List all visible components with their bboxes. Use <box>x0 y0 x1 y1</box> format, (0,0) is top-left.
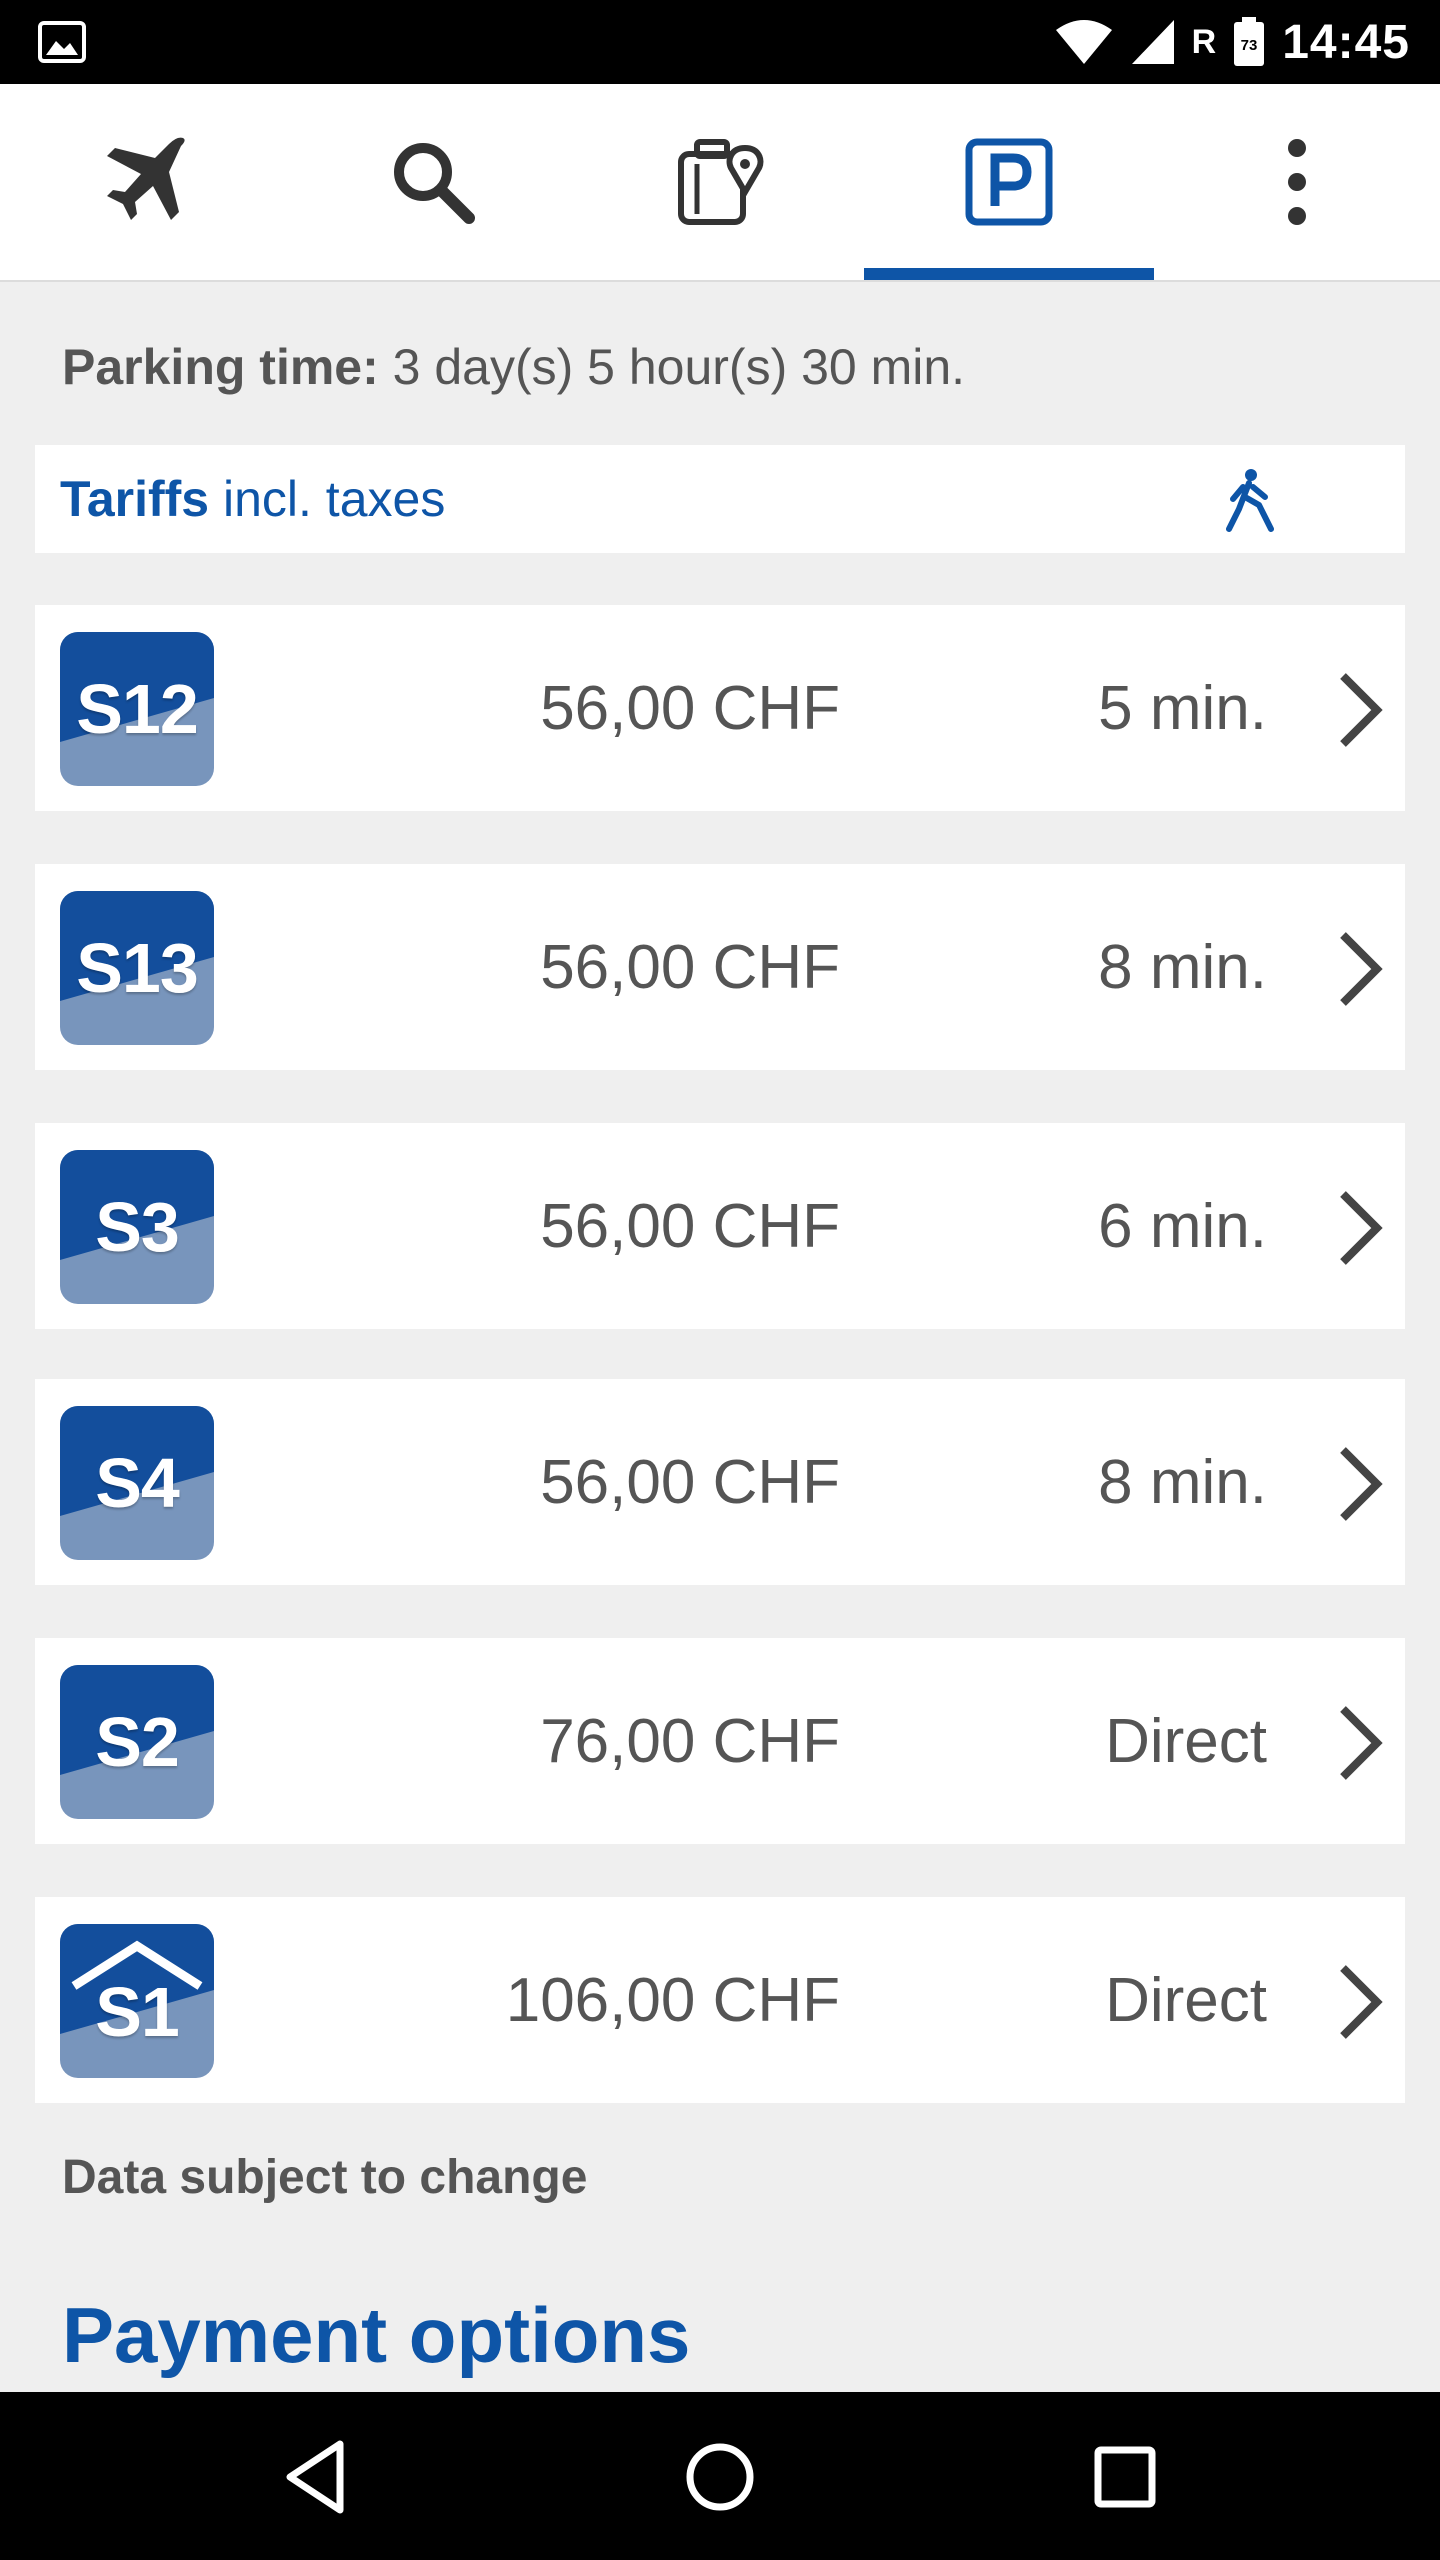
parking-badge: S13 <box>60 891 214 1045</box>
chevron-right-icon <box>1340 673 1383 747</box>
status-time: 14:45 <box>1282 15 1410 69</box>
battery-icon: 73 <box>1234 17 1265 66</box>
tariff-row[interactable]: S12 56,00 CHF 5 min. <box>35 605 1405 811</box>
tariff-price: 76,00 CHF <box>540 1706 840 1776</box>
home-icon[interactable] <box>677 2434 763 2520</box>
parking-badge: S4 <box>60 1406 214 1560</box>
tariffs-subtitle: incl. taxes <box>209 471 446 527</box>
tab-search[interactable] <box>288 84 578 280</box>
tab-baggage[interactable] <box>576 84 866 280</box>
wifi-icon <box>1055 20 1112 64</box>
tariff-row[interactable]: S1 106,00 CHF Direct <box>35 1897 1405 2103</box>
walk-time: 5 min. <box>1098 673 1267 743</box>
system-nav-bar <box>0 2392 1440 2560</box>
tariffs-title: Tariffs <box>60 471 210 527</box>
back-icon[interactable] <box>274 2434 360 2520</box>
walking-person-icon <box>1226 469 1274 532</box>
status-bar: R 73 14:45 <box>0 0 1440 84</box>
parking-time-label: Parking time: <box>62 339 379 395</box>
active-tab-indicator <box>864 268 1154 280</box>
tab-flights[interactable] <box>0 84 290 280</box>
roaming-indicator: R <box>1191 22 1217 61</box>
walk-time: Direct <box>1105 1706 1267 1776</box>
walk-time: 8 min. <box>1098 1447 1267 1517</box>
parking-icon <box>965 138 1053 226</box>
parking-time-value: 3 day(s) 5 hour(s) 30 min. <box>378 339 966 395</box>
more-vert-icon <box>1288 139 1306 225</box>
walk-time: 8 min. <box>1098 932 1267 1002</box>
recents-icon[interactable] <box>1082 2434 1168 2520</box>
tariffs-header: Tariffs incl. taxes <box>35 445 1405 553</box>
tariff-row[interactable]: S4 56,00 CHF 8 min. <box>35 1379 1405 1585</box>
parking-badge: S12 <box>60 632 214 786</box>
parking-badge-covered: S1 <box>60 1924 214 2078</box>
airplane-icon <box>107 137 185 220</box>
svg-text:73: 73 <box>1241 37 1258 54</box>
tariff-price: 106,00 CHF <box>505 1965 840 2035</box>
chevron-right-icon <box>1340 1447 1383 1521</box>
tariff-row[interactable]: S3 56,00 CHF 6 min. <box>35 1123 1405 1329</box>
tab-more[interactable] <box>1152 84 1440 280</box>
disclaimer-note: Data subject to change <box>62 2151 588 2204</box>
walk-time: 6 min. <box>1098 1191 1267 1261</box>
parking-time: Parking time: 3 day(s) 5 hour(s) 30 min. <box>62 338 965 396</box>
chevron-right-icon <box>1340 1965 1383 2039</box>
top-tab-bar <box>0 84 1440 282</box>
tariff-row[interactable]: S2 76,00 CHF Direct <box>35 1638 1405 1844</box>
tariff-price: 56,00 CHF <box>540 673 840 743</box>
parking-badge: S2 <box>60 1665 214 1819</box>
search-icon <box>394 143 475 224</box>
gallery-notification-icon <box>38 21 86 63</box>
walk-time: Direct <box>1105 1965 1267 2035</box>
chevron-right-icon <box>1340 932 1383 1006</box>
tariff-row[interactable]: S13 56,00 CHF 8 min. <box>35 864 1405 1070</box>
tariff-price: 56,00 CHF <box>540 1447 840 1517</box>
tab-parking[interactable] <box>864 84 1154 280</box>
signal-icon <box>1131 20 1174 64</box>
parking-badge: S3 <box>60 1150 214 1304</box>
chevron-right-icon <box>1340 1191 1383 1265</box>
payment-options-heading: Payment options <box>62 2291 691 2379</box>
luggage-location-icon <box>678 139 764 225</box>
chevron-right-icon <box>1340 1706 1383 1780</box>
tariff-price: 56,00 CHF <box>540 932 840 1002</box>
tariff-price: 56,00 CHF <box>540 1191 840 1261</box>
